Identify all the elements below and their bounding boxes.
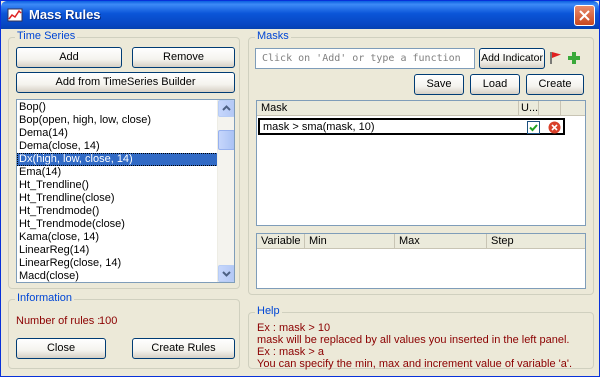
time-series-item[interactable]: LinearReg(14) [17, 244, 218, 257]
information-group-label: Information [15, 292, 75, 304]
variables-grid[interactable]: Variable Min Max Step [256, 233, 586, 289]
help-line-4: You can specify the min, max and increme… [257, 358, 573, 370]
save-button[interactable]: Save [414, 74, 464, 95]
delete-column-header [539, 101, 561, 116]
scroll-up-arrow[interactable] [218, 100, 234, 117]
add-series-button[interactable]: Add [16, 47, 122, 68]
masks-group-label: Masks [255, 30, 291, 42]
window-close-button[interactable] [574, 5, 595, 26]
time-series-item[interactable]: Ht_Trendline(close) [17, 192, 218, 205]
create-rules-button[interactable]: Create Rules [132, 338, 235, 359]
remove-series-button[interactable]: Remove [132, 47, 235, 68]
time-series-list[interactable]: Bop() Bop(open, high, low, close) Dema(14)… [16, 99, 235, 283]
mask-column-header[interactable]: Mask [257, 101, 519, 116]
rules-count-label: Number of rules : [16, 315, 101, 327]
variables-grid-header: Variable Min Max Step [257, 234, 585, 249]
use-checkbox[interactable] [527, 121, 540, 134]
time-series-item[interactable]: Bop() [17, 101, 218, 114]
create-button[interactable]: Create [526, 74, 584, 95]
time-series-item[interactable]: Dx(high, low, close, 14) [17, 153, 218, 166]
mask-function-input[interactable]: Click on 'Add' or type a function [255, 48, 475, 69]
variable-column-header[interactable]: Variable [257, 234, 305, 249]
masks-grid-header: Mask U... [257, 101, 585, 116]
load-button[interactable]: Load [470, 74, 520, 95]
mass-rules-window: Mass Rules Time Series Add Remove Add fr… [0, 0, 600, 377]
help-line-2: mask will be replaced by all values you … [257, 334, 570, 346]
help-group-label: Help [255, 305, 282, 317]
time-series-scrollbar[interactable] [217, 100, 234, 282]
time-series-item[interactable]: Dema(14) [17, 127, 218, 140]
time-series-item[interactable]: Ema(14) [17, 166, 218, 179]
add-plus-icon[interactable] [567, 51, 581, 65]
checkmark-icon [529, 124, 538, 132]
time-series-item[interactable]: Ht_Trendline() [17, 179, 218, 192]
help-line-3: Ex : mask > a [257, 346, 324, 358]
time-series-item[interactable]: LinearReg(close, 14) [17, 257, 218, 270]
title-bar[interactable]: Mass Rules [1, 1, 599, 29]
time-series-item[interactable]: Ht_Trendmode() [17, 205, 218, 218]
close-icon [579, 10, 590, 21]
time-series-item[interactable]: Dema(close, 14) [17, 140, 218, 153]
flag-icon[interactable] [549, 51, 563, 65]
masks-grid[interactable]: Mask U... mask > sma(mask, 10) [256, 100, 586, 226]
time-series-item[interactable]: Kama(close, 14) [17, 231, 218, 244]
chevron-up-icon [222, 105, 231, 111]
time-series-item[interactable]: Ht_Trendmode(close) [17, 218, 218, 231]
use-column-header[interactable]: U... [519, 101, 539, 116]
time-series-group-label: Time Series [15, 30, 78, 42]
add-from-builder-button[interactable]: Add from TimeSeries Builder [16, 72, 235, 93]
window-title: Mass Rules [29, 7, 101, 22]
mask-row[interactable]: mask > sma(mask, 10) [258, 118, 565, 135]
delete-row-icon[interactable] [548, 121, 561, 134]
scroll-down-arrow[interactable] [218, 265, 234, 282]
chevron-down-icon [222, 271, 231, 277]
max-column-header[interactable]: Max [395, 234, 487, 249]
min-column-header[interactable]: Min [305, 234, 395, 249]
add-indicator-button[interactable]: Add Indicator [479, 48, 545, 69]
mask-expression: mask > sma(mask, 10) [263, 121, 375, 133]
help-line-1: Ex : mask > 10 [257, 322, 331, 334]
time-series-item[interactable]: Macd(close) [17, 270, 218, 282]
rules-count-value: 100 [99, 315, 118, 327]
scroll-thumb[interactable] [218, 130, 234, 150]
app-icon [7, 8, 23, 22]
step-column-header[interactable]: Step [487, 234, 585, 249]
time-series-item[interactable]: Bop(open, high, low, close) [17, 114, 218, 127]
close-button[interactable]: Close [16, 338, 106, 359]
